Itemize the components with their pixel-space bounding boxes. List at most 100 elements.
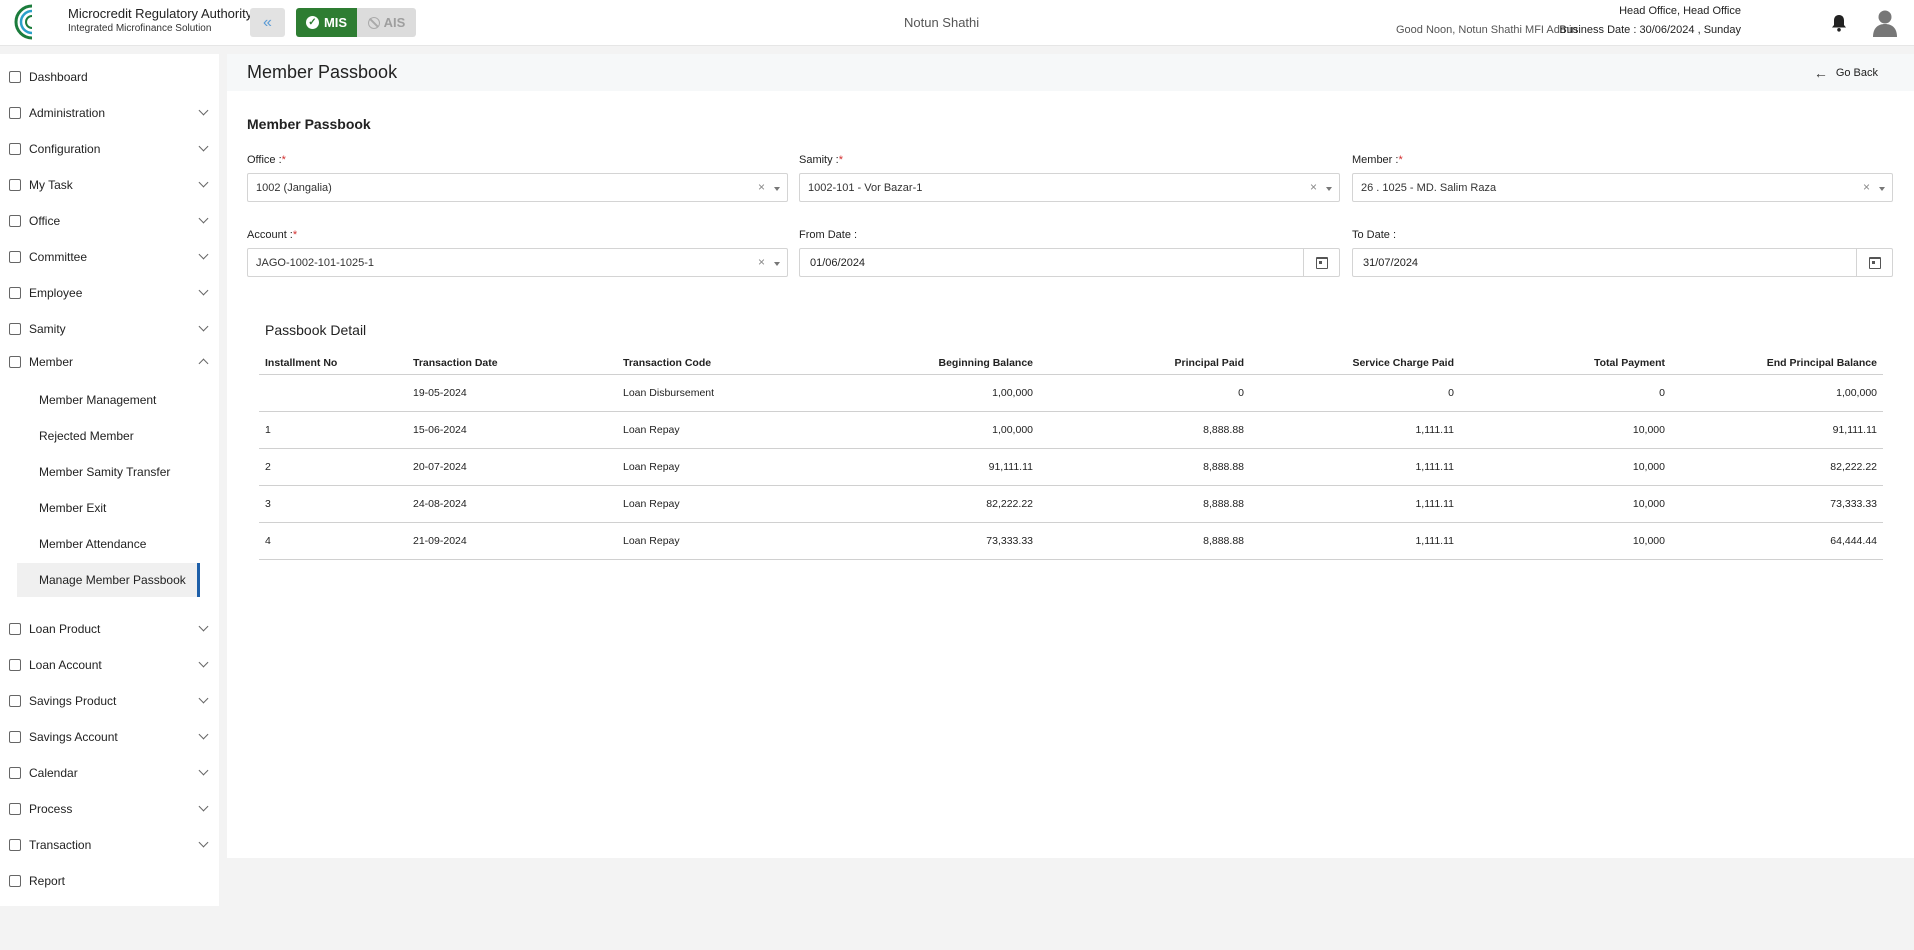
clear-icon[interactable]: ×	[758, 180, 765, 194]
sidebar-item-loan-account[interactable]: Loan Account	[0, 650, 219, 680]
sidebar-item-label: Committee	[29, 250, 88, 264]
user-avatar-icon[interactable]	[1872, 9, 1898, 37]
mis-label: MIS	[323, 15, 348, 30]
sidebar-item-label: Savings Product	[29, 694, 117, 708]
sidebar-item-label: Loan Account	[29, 658, 102, 672]
from-date-value: 01/06/2024	[810, 257, 866, 269]
go-back-button[interactable]: ← Go Back	[1814, 65, 1878, 81]
ais-button[interactable]: AIS	[357, 8, 416, 37]
sidebar-item-my-task[interactable]: My Task	[0, 170, 219, 200]
module-switch: ✓ MIS AIS	[296, 8, 416, 37]
sidebar-item-label: My Task	[29, 178, 73, 192]
sidebar-item-label: Process	[29, 802, 73, 816]
sidebar-item-loan-product[interactable]: Loan Product	[0, 614, 219, 644]
sidebar-subitem-label: Member Attendance	[39, 537, 147, 551]
sidebar-item-configuration[interactable]: Configuration	[0, 134, 219, 164]
sidebar-item-samity[interactable]: Samity	[0, 314, 219, 344]
passbook-detail-title: Passbook Detail	[265, 322, 367, 338]
chevron-down-icon	[198, 693, 209, 704]
sidebar-item-label: Office	[29, 214, 61, 228]
to-date-picker-button[interactable]	[1856, 249, 1892, 276]
to-date-input[interactable]: 31/07/2024	[1352, 248, 1893, 277]
section-title: Member Passbook	[247, 116, 371, 132]
loan-product-icon	[9, 623, 21, 635]
sidebar-item-process[interactable]: Process	[0, 794, 219, 824]
table-cell: 73,333.33	[1830, 498, 1877, 510]
caret-down-icon[interactable]	[1879, 187, 1885, 191]
caret-down-icon[interactable]	[1326, 187, 1332, 191]
table-cell: 73,333.33	[986, 535, 1033, 547]
caret-down-icon[interactable]	[774, 262, 780, 266]
savings-product-icon	[9, 695, 21, 707]
table-cell: 82,222.22	[1830, 461, 1877, 473]
table-cell: 3	[265, 498, 271, 510]
chevron-down-icon	[198, 213, 209, 224]
sidebar-item-administration[interactable]: Administration	[0, 98, 219, 128]
greeting-text: Good Noon, Notun Shathi MFI Admin	[1396, 24, 1578, 36]
clear-icon[interactable]: ×	[1863, 180, 1870, 194]
clear-icon[interactable]: ×	[758, 255, 765, 269]
employee-icon	[9, 287, 21, 299]
calendar-icon	[1315, 256, 1328, 269]
double-chevron-left-icon: «	[263, 13, 272, 31]
column-header: Principal Paid	[1174, 357, 1244, 369]
chevron-down-icon	[198, 321, 209, 332]
sidebar-item-label: Administration	[29, 106, 106, 120]
sidebar-item-label: Member	[29, 355, 74, 369]
account-select[interactable]: JAGO-1002-101-1025-1 ×	[247, 248, 788, 277]
sidebar-item-member[interactable]: Member	[0, 347, 219, 377]
organization-name: Notun Shathi	[904, 15, 980, 30]
clear-icon[interactable]: ×	[1310, 180, 1317, 194]
sidebar-subitem-member-exit[interactable]: Member Exit	[17, 491, 200, 525]
sidebar-item-savings-product[interactable]: Savings Product	[0, 686, 219, 716]
samity-icon	[9, 323, 21, 335]
notification-bell-icon[interactable]	[1831, 14, 1847, 32]
caret-down-icon[interactable]	[774, 187, 780, 191]
sidebar-item-report[interactable]: Report	[0, 866, 219, 896]
sidebar-item-label: Dashboard	[29, 70, 88, 84]
chevron-down-icon	[198, 621, 209, 632]
sidebar-item-label: Loan Product	[29, 622, 101, 636]
account-select-value: JAGO-1002-101-1025-1	[256, 257, 375, 269]
member-select[interactable]: 26 . 1025 - MD. Salim Raza ×	[1352, 173, 1893, 202]
sidebar-subitem-manage-member-passbook[interactable]: Manage Member Passbook	[17, 563, 200, 597]
table-cell: 0	[1238, 387, 1244, 399]
collapse-sidebar-button[interactable]: «	[250, 8, 285, 37]
sidebar-item-employee[interactable]: Employee	[0, 278, 219, 308]
sidebar-item-transaction[interactable]: Transaction	[0, 830, 219, 860]
sidebar-item-label: Savings Account	[29, 730, 118, 744]
chevron-down-icon	[198, 249, 209, 260]
table-cell: Loan Repay	[623, 461, 680, 473]
column-header: Service Charge Paid	[1352, 357, 1454, 369]
chevron-down-icon	[198, 141, 209, 152]
mis-button[interactable]: ✓ MIS	[296, 8, 357, 37]
transaction-icon	[9, 839, 21, 851]
table-cell: 64,444.44	[1830, 535, 1877, 547]
sidebar-item-committee[interactable]: Committee	[0, 242, 219, 272]
samity-label: Samity :*	[799, 154, 844, 166]
sidebar-subitem-rejected-member[interactable]: Rejected Member	[17, 419, 200, 453]
samity-select[interactable]: 1002-101 - Vor Bazar-1 ×	[799, 173, 1340, 202]
table-cell: 1,00,000	[992, 424, 1033, 436]
office-select[interactable]: 1002 (Jangalia) ×	[247, 173, 788, 202]
samity-select-value: 1002-101 - Vor Bazar-1	[808, 182, 923, 194]
sidebar-item-dashboard[interactable]: Dashboard	[0, 62, 219, 92]
chevron-down-icon	[198, 177, 209, 188]
table-cell: 1	[265, 424, 271, 436]
sidebar-subitem-member-management[interactable]: Member Management	[17, 383, 200, 417]
table-cell: Loan Repay	[623, 535, 680, 547]
table-cell: Loan Disbursement	[623, 387, 715, 399]
sidebar-subitem-label: Member Exit	[39, 501, 107, 515]
from-date-input[interactable]: 01/06/2024	[799, 248, 1340, 277]
sidebar-subitem-member-attendance[interactable]: Member Attendance	[17, 527, 200, 561]
member-icon	[9, 356, 21, 368]
admin-icon	[9, 107, 21, 119]
from-date-picker-button[interactable]	[1303, 249, 1339, 276]
table-cell: 82,222.22	[986, 498, 1033, 510]
chevron-down-icon	[198, 657, 209, 668]
table-cell: 91,111.11	[1832, 424, 1877, 436]
sidebar-item-calendar[interactable]: Calendar	[0, 758, 219, 788]
sidebar-item-office[interactable]: Office	[0, 206, 219, 236]
sidebar-subitem-member-samity-transfer[interactable]: Member Samity Transfer	[17, 455, 200, 489]
sidebar-item-savings-account[interactable]: Savings Account	[0, 722, 219, 752]
